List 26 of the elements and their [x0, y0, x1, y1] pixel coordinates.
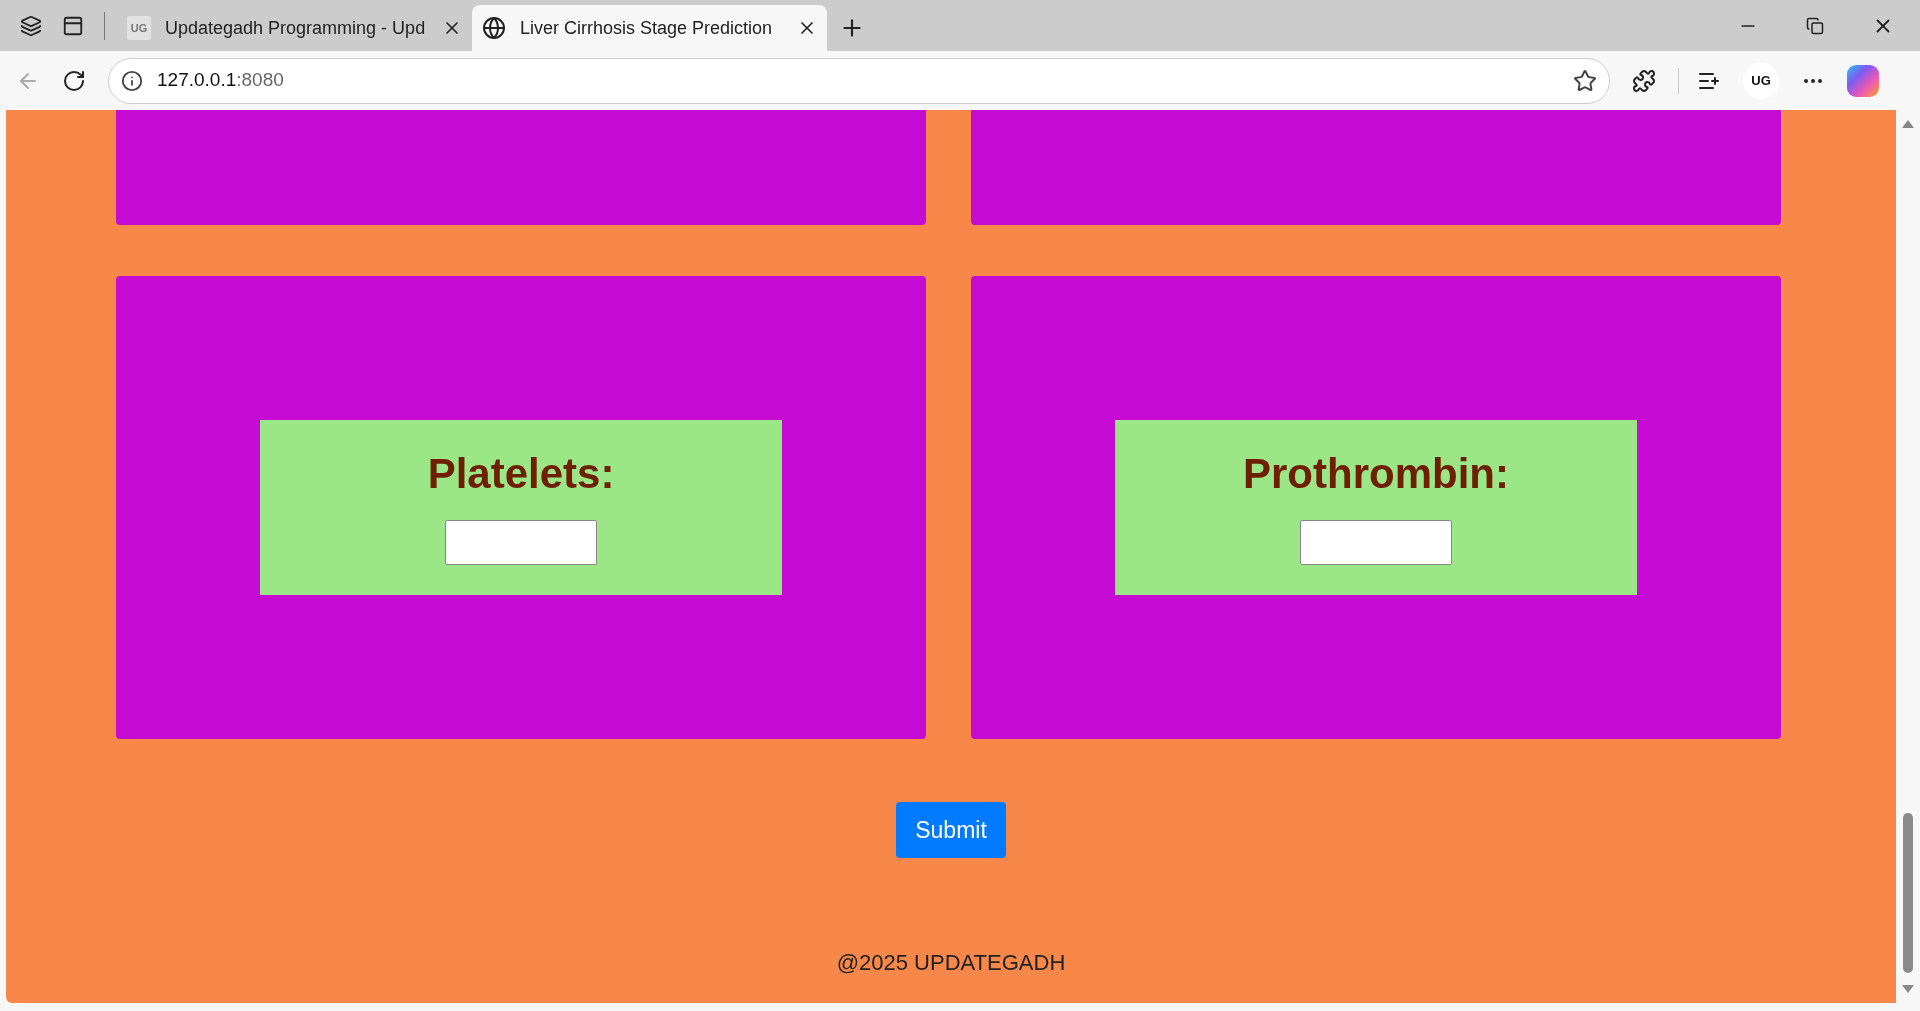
submit-button[interactable]: Submit	[896, 802, 1006, 858]
workspaces-icon[interactable]	[20, 14, 42, 37]
field-label: Prothrombin:	[1243, 450, 1509, 498]
favorite-star-icon[interactable]	[1573, 68, 1597, 93]
browser-tab[interactable]: Liver Cirrhosis Stage Prediction	[472, 5, 827, 51]
input-field[interactable]	[445, 520, 597, 565]
browser-tab[interactable]: UG Updategadh Programming - Upd	[117, 5, 472, 51]
extensions-icon[interactable]	[1632, 68, 1656, 93]
profile-avatar[interactable]: UG	[1743, 62, 1779, 99]
scrollbar-thumb[interactable]	[1903, 813, 1913, 973]
field-label: Platelets:	[427, 450, 615, 498]
address-bar[interactable]: 127.0.0.1:8080	[108, 57, 1610, 104]
scroll-down-icon[interactable]	[1902, 985, 1914, 993]
globe-icon	[482, 16, 506, 40]
input-field[interactable]	[1300, 520, 1452, 565]
tab-actions-icon[interactable]	[62, 14, 84, 37]
reload-icon[interactable]	[62, 68, 86, 93]
site-info-icon[interactable]	[121, 69, 143, 92]
tab-title: Updategadh Programming - Upd	[165, 16, 427, 40]
tab-title: Liver Cirrhosis Stage Prediction	[520, 16, 774, 40]
footer-text: @2025 UPDATEGADH	[836, 949, 1066, 977]
restore-icon[interactable]	[1806, 16, 1824, 35]
url-text: 127.0.0.1:8080	[157, 68, 285, 93]
site-logo-icon: UG	[127, 16, 151, 40]
scroll-up-icon[interactable]	[1902, 120, 1914, 128]
copilot-icon[interactable]	[1847, 64, 1879, 97]
